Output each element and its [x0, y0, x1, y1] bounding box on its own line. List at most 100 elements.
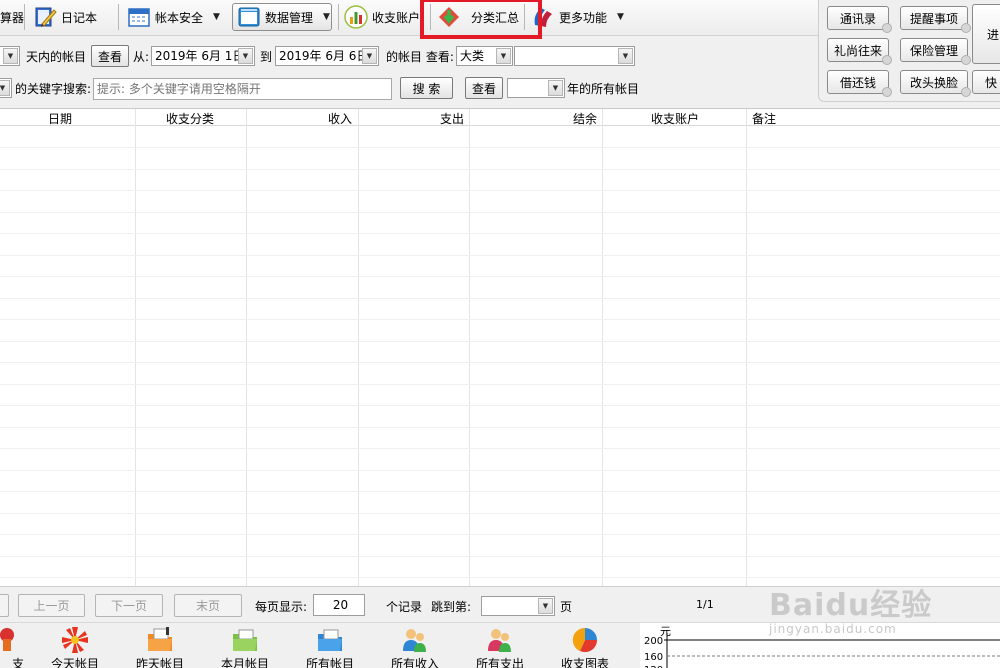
toolbar-security-button[interactable]: 帐本安全 ▼ [127, 3, 220, 31]
quick-yesterday-button[interactable]: 昨天帐目 [118, 625, 202, 668]
column-divider [246, 109, 247, 586]
chevron-down-icon[interactable]: ▼ [618, 48, 633, 64]
pagination-bar: 上一页 下一页 末页 每页显示: 20 个记录 跳到第: ▼ 页 1/1 [0, 586, 1000, 622]
address-book-button[interactable]: 通讯录 [827, 6, 892, 33]
toolbar-separator [430, 4, 431, 30]
column-header-income[interactable]: 收入 [328, 110, 352, 127]
prev-page-button[interactable]: 上一页 [18, 594, 85, 617]
quick-all-income-button[interactable]: 所有收入 [373, 625, 457, 668]
view-year-label: 查看 [471, 81, 496, 96]
pie-chart-icon [570, 625, 600, 655]
chevron-down-icon[interactable]: ▼ [617, 12, 624, 22]
loans-button[interactable]: 借还钱 [827, 70, 892, 97]
quick-button[interactable]: 快 [972, 70, 1000, 94]
income-expense-icon [0, 625, 15, 655]
toolbar-more-functions-button[interactable]: 更多功能 ▼ [531, 3, 624, 31]
all-folder-icon [315, 625, 345, 655]
row-separator [0, 168, 1000, 170]
row-separator [0, 276, 1000, 277]
toolbar-separator [524, 4, 525, 30]
toolbar-separator [338, 4, 339, 30]
chevron-down-icon[interactable]: ▼ [362, 48, 377, 64]
row-separator [0, 211, 1000, 213]
to-date-picker[interactable]: 2019年 6月 6日 ▼ [275, 46, 379, 66]
change-face-button[interactable]: 改头换脸 [900, 70, 971, 97]
year-suffix-label: 年的所有帐目 [567, 82, 640, 96]
toolbar-data-management-button[interactable]: 数据管理 ▼ [232, 3, 332, 31]
search-button[interactable]: 搜 索 [400, 77, 453, 99]
chevron-down-icon[interactable]: ▼ [548, 80, 563, 96]
row-separator [0, 340, 1000, 342]
from-date-picker[interactable]: 2019年 6月 1日 ▼ [151, 46, 255, 66]
badge-icon [961, 55, 971, 65]
per-page-input[interactable]: 20 [313, 594, 365, 616]
toolbar-security-label: 帐本安全 [155, 10, 204, 25]
toolbar-more-functions-label: 更多功能 [559, 10, 608, 25]
chevron-down-icon[interactable]: ▼ [213, 12, 220, 22]
category-select[interactable]: 大类 ▼ [456, 46, 513, 66]
row-separator [0, 190, 1000, 191]
users-income-icon [400, 625, 430, 655]
first-page-button[interactable] [0, 594, 9, 617]
toolbar-category-summary-label: 分类汇总 [471, 10, 520, 25]
chevron-down-icon[interactable]: ▼ [238, 48, 253, 64]
days-suffix-label: 天内的帐目 [26, 50, 87, 64]
quick-month-button[interactable]: 本月帐目 [203, 625, 287, 668]
subcategory-select[interactable]: ▼ [514, 46, 635, 66]
year-select[interactable]: ▼ [507, 78, 565, 98]
column-divider [469, 109, 470, 586]
chevron-down-icon[interactable]: ▼ [538, 598, 553, 614]
column-header-notes[interactable]: 备注 [752, 110, 776, 127]
quick-all-accounts-button[interactable]: 所有帐目 [288, 625, 372, 668]
view-year-button[interactable]: 查看 [465, 77, 503, 99]
chevron-down-icon[interactable]: ▼ [323, 12, 330, 22]
loans-label: 借还钱 [839, 75, 876, 90]
chevron-down-icon[interactable]: ▼ [0, 80, 10, 96]
quick-buttons-bar: 支 今天帐目 昨天帐目 本月帐目 所有帐目 所有收入 所有支出 收支图表 [0, 622, 640, 668]
insurance-label: 保险管理 [909, 43, 958, 58]
quick-all-expense-button[interactable]: 所有支出 [458, 625, 542, 668]
yesterday-folder-icon [145, 625, 175, 655]
column-header-category[interactable]: 收支分类 [166, 110, 214, 127]
search-field-select[interactable]: ▼ [0, 78, 12, 98]
column-header-balance[interactable]: 结余 [573, 110, 597, 127]
keyword-search-label: 的关键字搜索: [15, 82, 92, 96]
column-header-account[interactable]: 收支账户 [651, 110, 699, 127]
chevron-down-icon[interactable]: ▼ [3, 48, 18, 64]
row-separator [0, 534, 1000, 535]
view-days-button[interactable]: 查看 [91, 45, 129, 67]
per-page-label: 每页显示: [255, 600, 308, 614]
toolbar-category-summary-button[interactable]: 分类汇总 [437, 3, 519, 31]
chart-tick-160: 160 [644, 652, 663, 663]
quick-chart-button[interactable]: 收支图表 [543, 625, 627, 668]
badge-icon [961, 87, 971, 97]
toolbar-accounts-button[interactable]: 收支账户 [344, 3, 420, 31]
gifts-button[interactable]: 礼尚往来 [827, 38, 892, 65]
more-functions-icon [531, 5, 555, 29]
row-separator [0, 512, 1000, 514]
days-select[interactable]: ▼ [0, 46, 20, 66]
insurance-button[interactable]: 保险管理 [900, 38, 971, 65]
row-separator [0, 147, 1000, 148]
quick-all-accounts-label: 所有帐目 [305, 657, 354, 668]
chevron-down-icon[interactable]: ▼ [496, 48, 511, 64]
reminders-button[interactable]: 提醒事项 [900, 6, 971, 33]
next-page-button[interactable]: 下一页 [95, 594, 163, 617]
badge-icon [961, 23, 971, 33]
jump-page-select[interactable]: ▼ [481, 596, 555, 616]
reminders-label: 提醒事项 [909, 11, 958, 26]
column-header-expense[interactable]: 支出 [440, 110, 464, 127]
enter-button[interactable]: 进 [972, 4, 1000, 64]
row-separator [0, 469, 1000, 471]
quick-today-button[interactable]: 今天帐目 [33, 625, 117, 668]
category-value: 大类 [460, 49, 485, 63]
keyword-search-input[interactable] [93, 78, 392, 100]
badge-icon [882, 55, 892, 65]
accounts-view-label: 的帐目 查看: [386, 50, 454, 64]
quick-label: 快 [985, 75, 998, 90]
column-header-date[interactable]: 日期 [48, 110, 72, 127]
quick-today-label: 今天帐目 [50, 657, 99, 668]
toolbar-diary-button[interactable]: 日记本 [33, 3, 97, 31]
last-page-button[interactable]: 末页 [174, 594, 242, 617]
toolbar-calculator-button[interactable]: 算器 [0, 3, 24, 31]
